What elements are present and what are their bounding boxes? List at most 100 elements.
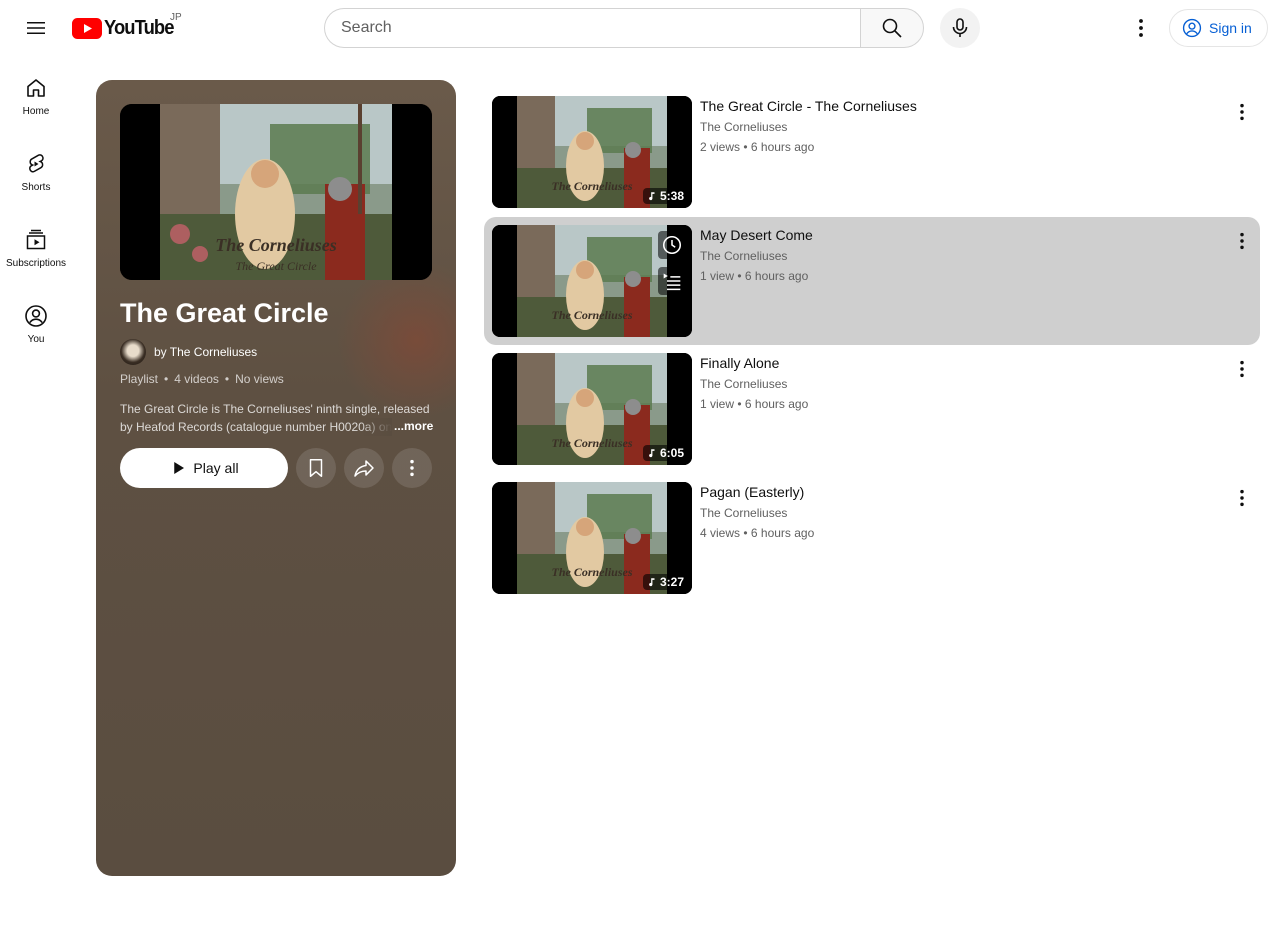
mini-guide: Home Shorts Subscriptions You — [4, 64, 68, 368]
guide-menu-button[interactable] — [16, 8, 56, 48]
owner-by: by The Corneliuses — [154, 345, 257, 359]
share-button[interactable] — [344, 448, 384, 488]
share-icon — [354, 460, 374, 477]
video-menu-button[interactable] — [1222, 92, 1262, 132]
home-icon — [27, 79, 45, 97]
duration-badge: 3:27 — [642, 573, 688, 590]
thumb-text: The Corneliuses — [551, 436, 632, 450]
masthead: YouTube JP Sign in — [0, 0, 1284, 56]
video-meta: 2 views • 6 hours ago — [700, 140, 815, 154]
playlist-hero-thumbnail[interactable]: The Corneliuses The Great Circle — [120, 104, 432, 280]
music-note-icon — [649, 449, 655, 458]
more-vert-icon — [1240, 489, 1244, 506]
sign-in-label: Sign in — [1209, 20, 1252, 36]
hero-text-title: The Great Circle — [235, 259, 317, 273]
more-vert-icon — [1139, 19, 1143, 37]
thumb-text: The Corneliuses — [551, 308, 632, 322]
more-vert-icon — [1240, 232, 1244, 249]
play-all-button[interactable]: Play all — [120, 448, 288, 488]
you-icon — [25, 305, 47, 327]
video-age: 6 hours ago — [750, 140, 815, 154]
dot-separator: • — [164, 372, 169, 386]
video-title[interactable]: The Great Circle - The Corneliuses — [700, 98, 917, 114]
video-age: 6 hours ago — [744, 268, 809, 283]
region-code: JP — [170, 12, 182, 23]
hamburger-icon — [27, 22, 45, 34]
video-menu-button[interactable] — [1222, 221, 1262, 261]
video-meta: 1 view • 6 hours ago — [700, 397, 809, 411]
playlist-owner: by The Corneliuses — [120, 339, 257, 365]
playlist-more-actions-button[interactable] — [392, 448, 432, 488]
playlist-video-row[interactable]: The Corneliuses 5:38 The Great Circle - … — [484, 88, 1260, 217]
guide-item-subscriptions[interactable]: Subscriptions — [4, 216, 68, 292]
clock-icon — [662, 235, 682, 254]
video-title[interactable]: Pagan (Easterly) — [700, 484, 804, 500]
guide-item-home[interactable]: Home — [4, 64, 68, 140]
video-menu-button[interactable] — [1222, 478, 1262, 518]
video-channel[interactable]: The Corneliuses — [700, 506, 787, 520]
video-age: 6 hours ago — [744, 397, 809, 411]
video-views: 1 view — [700, 268, 735, 283]
by-prefix: by — [154, 345, 170, 359]
video-thumbnail[interactable]: The Corneliuses 6:05 — [492, 353, 692, 465]
more-vert-icon — [1240, 360, 1244, 378]
search-icon — [882, 18, 902, 38]
video-count: 4 videos — [174, 372, 219, 386]
guide-item-shorts[interactable]: Shorts — [4, 140, 68, 216]
video-channel[interactable]: The Corneliuses — [700, 377, 787, 391]
thumb-text: The Corneliuses — [551, 565, 632, 579]
music-note-icon — [649, 577, 655, 586]
playlist-video-list: The Corneliuses 5:38 The Great Circle - … — [484, 88, 1260, 602]
playlist-video-row[interactable]: The Corneliuses 6:05 Finally Alone The C… — [484, 345, 1260, 474]
video-channel[interactable]: The Corneliuses — [700, 120, 787, 134]
search-button[interactable] — [860, 8, 924, 48]
search-input[interactable] — [341, 19, 861, 37]
hero-text-band: The Corneliuses — [215, 235, 337, 255]
owner-link[interactable]: The Corneliuses — [170, 345, 257, 359]
more-vert-icon — [1240, 103, 1244, 121]
video-thumbnail[interactable]: The Corneliuses — [492, 224, 692, 337]
video-views: 4 views — [700, 525, 741, 540]
logo-wordmark: YouTube — [104, 16, 174, 39]
duration-badge: 6:05 — [642, 445, 688, 461]
owner-avatar[interactable] — [120, 339, 146, 365]
add-to-queue-button[interactable] — [658, 266, 686, 295]
playlist-video-row[interactable]: The Corneliuses 3:27 Pagan (Easterly) Th… — [484, 474, 1260, 603]
video-age: 6 hours ago — [750, 525, 815, 540]
dot-separator: • — [224, 372, 230, 386]
playlist-type: Playlist — [120, 372, 159, 386]
account-circle-icon — [1182, 18, 1202, 38]
music-note-icon — [649, 192, 655, 201]
hero-artwork: The Corneliuses The Great Circle — [120, 104, 432, 280]
guide-label-shorts: Shorts — [21, 182, 51, 193]
youtube-logo[interactable]: YouTube — [72, 16, 180, 40]
duration-text: 3:27 — [659, 574, 684, 589]
settings-button[interactable] — [1121, 8, 1161, 48]
video-title[interactable]: Finally Alone — [700, 355, 779, 371]
duration-text: 6:05 — [659, 446, 684, 460]
more-button[interactable]: ...more — [394, 419, 433, 433]
bookmark-icon — [309, 459, 323, 477]
video-views: 1 view — [700, 397, 735, 411]
description-fade — [360, 418, 392, 436]
youtube-play-icon — [72, 17, 102, 39]
video-title[interactable]: May Desert Come — [700, 227, 813, 243]
voice-search-button[interactable] — [940, 8, 980, 48]
guide-label-home: Home — [22, 106, 50, 117]
sign-in-button[interactable]: Sign in — [1169, 9, 1268, 47]
thumb-text: The Corneliuses — [551, 179, 632, 193]
video-thumbnail[interactable]: The Corneliuses 5:38 — [492, 96, 692, 208]
video-thumbnail[interactable]: The Corneliuses 3:27 — [492, 481, 692, 594]
watch-later-button[interactable] — [658, 230, 686, 259]
play-icon — [174, 462, 185, 474]
playlist-video-row[interactable]: The Corneliuses May Desert Come The Corn… — [484, 216, 1262, 345]
save-playlist-button[interactable] — [296, 448, 336, 488]
duration-badge: 5:38 — [642, 188, 688, 204]
search-box — [324, 8, 861, 48]
guide-item-you[interactable]: You — [4, 292, 68, 368]
video-channel[interactable]: The Corneliuses — [700, 249, 787, 263]
shorts-icon — [29, 154, 44, 173]
video-menu-button[interactable] — [1222, 349, 1262, 389]
guide-label-you: You — [27, 334, 45, 345]
guide-label-subscriptions: Subscriptions — [5, 258, 67, 269]
